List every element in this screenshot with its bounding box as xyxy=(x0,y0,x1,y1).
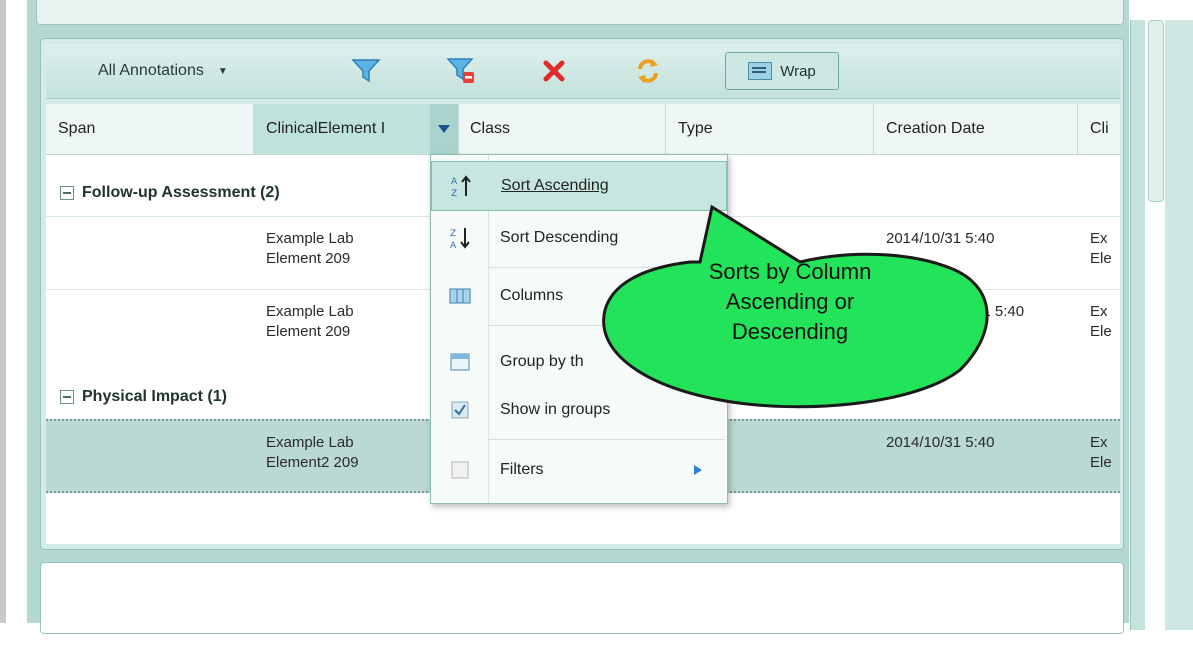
cli-cell: Ex Ele xyxy=(1090,230,1112,267)
grid-toolbar: All Annotations ▼ xyxy=(46,44,1120,99)
creation-date-cell: 31 5:40 xyxy=(974,303,1025,320)
svg-text:A: A xyxy=(450,241,457,250)
delete-icon[interactable] xyxy=(542,58,566,84)
menu-item-sort-descending[interactable]: ZA Sort Descending xyxy=(431,213,727,263)
collapse-handle[interactable] xyxy=(1148,20,1164,202)
creation-date-cell: 2014/10/31 5:40 xyxy=(886,434,995,451)
column-header-span[interactable]: Span xyxy=(46,104,254,154)
svg-text:Z: Z xyxy=(450,229,456,239)
column-header-class[interactable]: Class xyxy=(458,104,666,154)
left-border xyxy=(0,0,6,623)
clinical-element-cell: Example Lab Element 209 xyxy=(266,230,354,267)
cli-cell: Ex Ele xyxy=(1090,434,1112,471)
wrap-label: Wrap xyxy=(780,62,816,80)
menu-item-show-in-groups[interactable]: Show in groups xyxy=(431,385,727,435)
funnel-icon[interactable] xyxy=(351,58,381,84)
svg-text:A: A xyxy=(451,177,458,187)
clinical-element-cell: Example Lab Element 209 xyxy=(266,303,354,340)
columns-icon xyxy=(431,288,488,304)
collapse-group-icon[interactable] xyxy=(60,390,74,404)
top-panel-strip xyxy=(36,0,1124,25)
creation-date-cell: 2014/10/31 5:40 xyxy=(886,230,995,247)
menu-item-sort-ascending[interactable]: AZ Sort Ascending xyxy=(431,161,727,211)
side-panel xyxy=(1165,20,1193,630)
annotation-filter-label: All Annotations xyxy=(98,62,204,79)
menu-separator xyxy=(489,439,725,440)
column-header-row: Span ClinicalElement I Class Type Creati… xyxy=(46,104,1120,155)
chevron-down-icon: ▼ xyxy=(217,65,228,77)
splitter-bar[interactable] xyxy=(1130,20,1145,630)
column-header-clinical-element[interactable]: ClinicalElement I xyxy=(254,104,430,154)
clear-filter-icon[interactable] xyxy=(446,58,476,84)
collapse-group-icon[interactable] xyxy=(60,186,74,200)
sort-descending-icon: ZA xyxy=(431,226,488,250)
cli-cell: Ex Ele xyxy=(1090,303,1112,340)
wrap-icon xyxy=(748,62,773,80)
column-header-cli[interactable]: Cli xyxy=(1078,104,1120,154)
sort-ascending-icon: AZ xyxy=(432,174,489,198)
chevron-down-icon xyxy=(438,125,450,133)
column-header-creation-date[interactable]: Creation Date xyxy=(874,104,1078,154)
filters-icon xyxy=(431,461,488,479)
svg-text:Z: Z xyxy=(451,189,457,198)
menu-item-filters[interactable]: Filters xyxy=(431,445,727,495)
clinical-element-cell: Example Lab Element2 209 xyxy=(266,434,359,471)
annotation-filter-dropdown[interactable]: All Annotations ▼ xyxy=(98,58,228,84)
submenu-arrow-icon xyxy=(693,463,703,481)
checkbox-icon xyxy=(431,401,488,419)
detail-panel xyxy=(40,562,1124,634)
wrap-button[interactable]: Wrap xyxy=(725,52,839,90)
group-icon xyxy=(431,353,488,371)
column-menu-trigger[interactable] xyxy=(430,104,459,154)
column-header-type[interactable]: Type xyxy=(666,104,874,154)
callout-text: Sorts by Column Ascending or Descending xyxy=(708,259,872,344)
refresh-icon[interactable] xyxy=(634,58,662,84)
